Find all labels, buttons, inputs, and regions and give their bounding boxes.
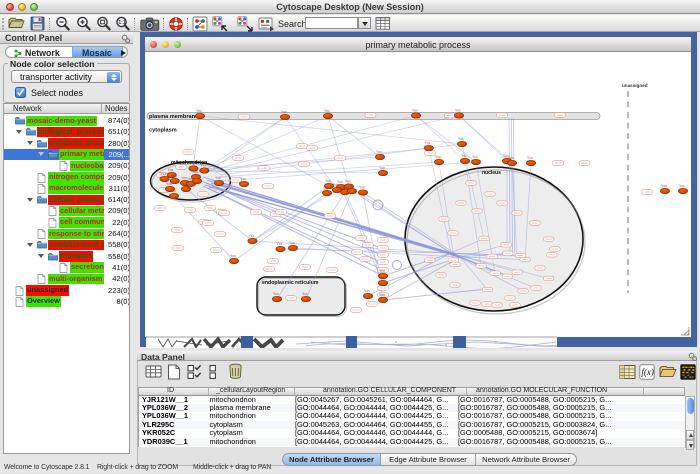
svg-text:Yxx: Yxx <box>161 172 167 176</box>
svg-text:Yxx: Yxx <box>249 234 255 238</box>
svg-text:Yxx: Yxx <box>273 292 279 296</box>
svg-text:Yxx: Yxx <box>364 289 370 293</box>
svg-text:1:1: 1:1 <box>118 20 125 26</box>
svg-text:Yxx: Yxx <box>679 184 685 188</box>
svg-text:Yxx: Yxx <box>661 184 667 188</box>
svg-text:Yxx: Yxx <box>345 180 351 184</box>
svg-text:Yxx: Yxx <box>200 164 206 168</box>
svg-text:Yxx: Yxx <box>341 185 347 189</box>
svg-text:Yxx: Yxx <box>461 154 467 158</box>
svg-text:Yxx: Yxx <box>379 166 385 170</box>
svg-text:Yxx: Yxx <box>323 186 329 190</box>
svg-text:Yxx: Yxx <box>527 156 533 160</box>
svg-text:Yxx: Yxx <box>171 174 177 178</box>
svg-text:Yxx: Yxx <box>193 174 199 178</box>
svg-text:Yxx: Yxx <box>281 110 287 114</box>
svg-text:Yxx: Yxx <box>333 183 339 187</box>
svg-text:Yxx: Yxx <box>325 179 331 183</box>
svg-text:Yxx: Yxx <box>277 242 283 246</box>
svg-text:f(x): f(x) <box>641 367 654 377</box>
svg-text:Yxx: Yxx <box>302 292 308 296</box>
svg-text:Yxx: Yxx <box>182 182 188 186</box>
svg-text:Yxx: Yxx <box>170 189 176 193</box>
svg-text:Yxx: Yxx <box>196 109 202 113</box>
svg-text:Yxx: Yxx <box>359 186 365 190</box>
svg-text:Yxx: Yxx <box>324 109 330 113</box>
svg-text:plasma membrane: plasma membrane <box>149 114 198 120</box>
svg-text:nucleus: nucleus <box>482 170 501 176</box>
svg-text:Yxx: Yxx <box>435 155 441 159</box>
svg-text:endoplasmic reticulum: endoplasmic reticulum <box>262 280 319 286</box>
svg-text:Yxx: Yxx <box>455 109 461 113</box>
svg-text:Yxx: Yxx <box>348 184 354 188</box>
svg-text:Yxx: Yxx <box>215 176 221 180</box>
svg-text:Yxx: Yxx <box>166 182 172 186</box>
svg-text:Yxx: Yxx <box>379 269 385 273</box>
svg-text:Yxx: Yxx <box>425 141 431 145</box>
svg-text:Yxx: Yxx <box>289 241 295 245</box>
svg-text:Yxx: Yxx <box>230 254 236 258</box>
svg-text:Yxx: Yxx <box>168 168 174 172</box>
svg-text:Yxx: Yxx <box>379 293 385 297</box>
svg-text:Yxx: Yxx <box>240 177 246 181</box>
svg-text:Yxx: Yxx <box>472 155 478 159</box>
svg-text:Yxx: Yxx <box>190 162 196 166</box>
svg-text:Yxx: Yxx <box>376 150 382 154</box>
svg-text:Yxx: Yxx <box>458 137 464 141</box>
svg-text:cytoplasm: cytoplasm <box>149 128 177 134</box>
svg-text:Yxx: Yxx <box>508 156 514 160</box>
svg-text:Yxx: Yxx <box>412 109 418 113</box>
svg-text:unassigned: unassigned <box>622 83 648 88</box>
svg-text:Yxx: Yxx <box>379 276 385 280</box>
